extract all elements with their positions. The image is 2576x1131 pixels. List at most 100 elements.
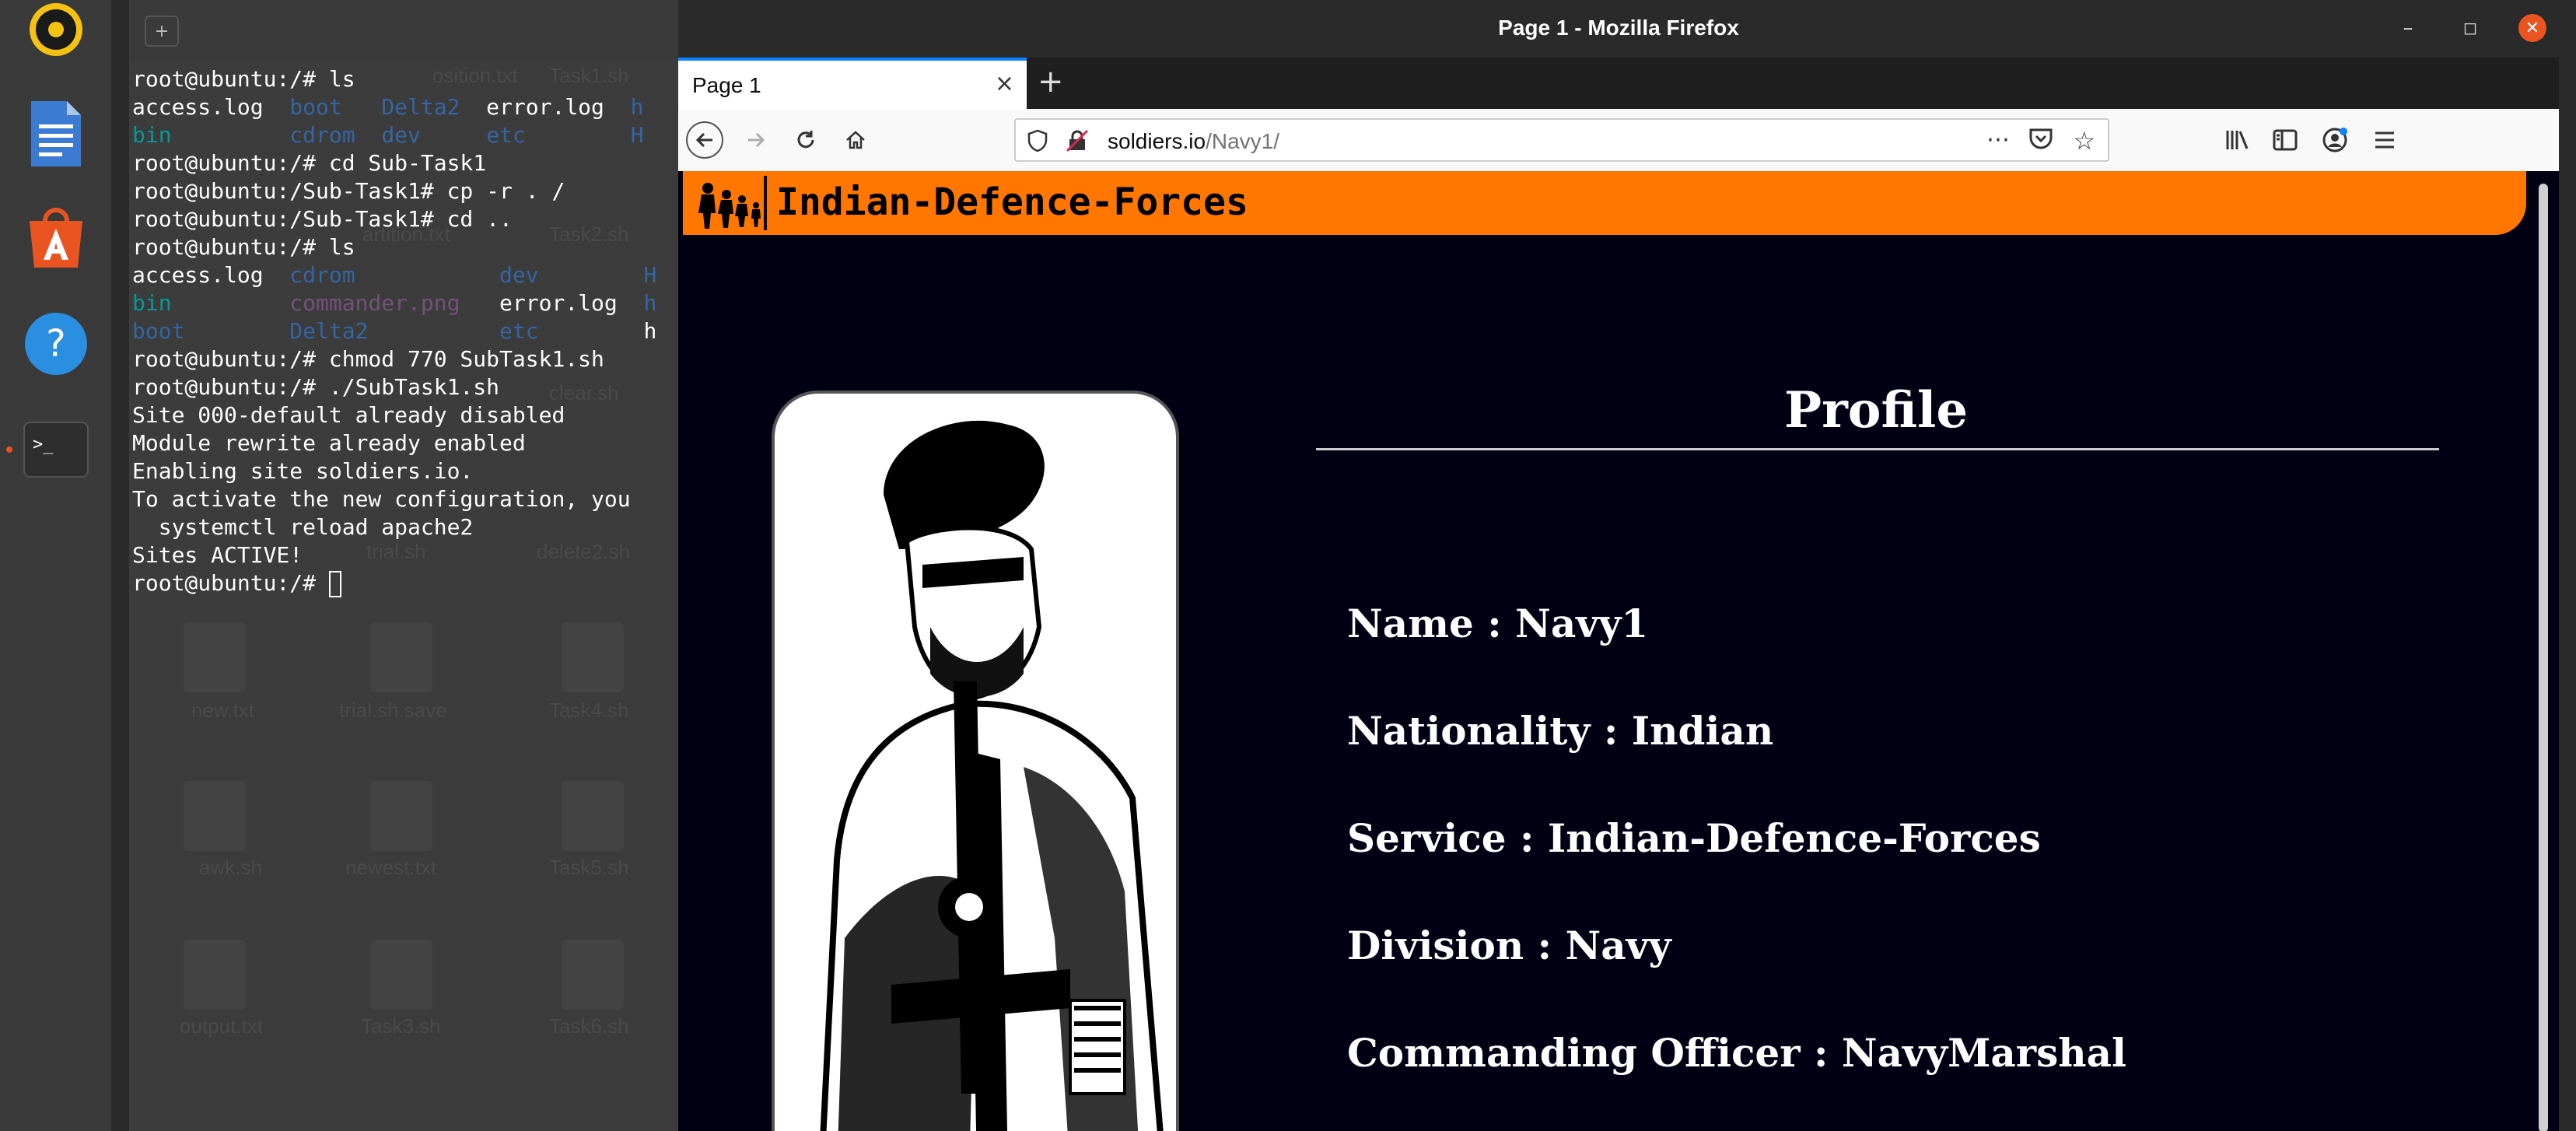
firefox-window[interactable]: Page 1 - Mozilla Firefox – ◻ ✕ Page 1 × … — [678, 0, 2559, 1131]
field-label: Nationality — [1347, 708, 1591, 754]
tab-title: Page 1 — [692, 73, 761, 97]
terminal-line: root@ubuntu:/Sub-Task1# cp -r . / — [132, 177, 656, 205]
desktop-label: awk.sh — [199, 856, 262, 879]
terminal-entry: h — [643, 290, 657, 316]
reload-icon[interactable] — [787, 121, 824, 159]
terminal-entry: bin — [132, 122, 172, 148]
field-value: Indian — [1631, 708, 1774, 754]
terminal-entry: H — [643, 262, 657, 288]
terminal-entry: boot — [289, 94, 342, 120]
terminal-text: root@ubuntu:/Sub-Task1# cd .. — [132, 206, 513, 232]
page-scrollbar[interactable] — [2532, 171, 2559, 1131]
terminal-line: bin cdrom dev etc H — [132, 121, 656, 149]
file-icon — [184, 940, 246, 1010]
terminal-text: root@ubuntu:/Sub-Task1# cp -r . / — [132, 178, 565, 204]
field-value: Navy — [1565, 923, 1671, 968]
pocket-icon[interactable] — [2028, 128, 2053, 154]
close-icon[interactable]: ✕ — [2518, 14, 2546, 42]
desktop-label: Task5.sh — [549, 856, 629, 879]
back-icon[interactable] — [686, 121, 723, 159]
terminal-line: root@ubuntu:/# cd Sub-Task1 — [132, 149, 656, 177]
terminal-line: root@ubuntu:/Sub-Task1# cd .. — [132, 205, 656, 233]
insecure-lock-icon[interactable] — [1066, 129, 1089, 156]
help-icon[interactable]: ? — [19, 306, 93, 381]
library-icon[interactable] — [2218, 121, 2256, 159]
nav-bar: soldiers.io/Navy1/ ⋯ ☆ — [678, 109, 2559, 172]
account-icon[interactable] — [2316, 121, 2354, 159]
tab-page-1[interactable]: Page 1 × — [678, 58, 1027, 109]
terminal-titlebar: + — [129, 0, 689, 61]
soldiers-logo-icon — [692, 176, 767, 230]
field-label: Service — [1347, 815, 1507, 861]
terminal-text: root@ubuntu:/# cd Sub-Task1 — [132, 150, 487, 176]
url-bar[interactable]: soldiers.io/Navy1/ ⋯ ☆ — [1014, 118, 2109, 162]
terminal-window[interactable]: + osition.txt Task1.sh Task2.sh clear.sh… — [129, 0, 689, 1131]
terminal-text: h — [538, 318, 657, 344]
menu-icon[interactable] — [2366, 121, 2403, 159]
svg-text:?: ? — [46, 322, 65, 366]
forward-icon[interactable] — [737, 121, 775, 159]
terminal-text: access.log — [132, 94, 290, 120]
terminal-entry: commander.png — [289, 290, 460, 316]
field-value: Indian-Defence-Forces — [1547, 815, 2041, 861]
firefox-titlebar: Page 1 - Mozilla Firefox – ◻ ✕ — [678, 0, 2559, 58]
desktop-label: Task3.sh — [361, 1014, 441, 1038]
terminal-line: systemctl reload apache2 — [132, 513, 656, 541]
maximize-icon[interactable]: ◻ — [2456, 14, 2484, 42]
terminal-cursor — [328, 571, 341, 597]
shield-icon[interactable] — [1027, 129, 1048, 156]
new-tab-icon[interactable]: + — [1038, 64, 1064, 100]
field-label: Commanding Officer — [1347, 1030, 1801, 1076]
profile-field-service: Service : Indian-Defence-Forces — [1347, 815, 2041, 861]
profile-field-commanding-officer: Commanding Officer : NavyMarshal — [1347, 1030, 2127, 1076]
terminal-text: Module rewrite already enabled — [132, 430, 526, 456]
file-icon — [562, 781, 624, 851]
terminal-entry: etc — [499, 318, 539, 344]
desktop-label: Task6.sh — [549, 1014, 629, 1038]
url-path: /Navy1/ — [1206, 129, 1279, 153]
file-icon — [562, 622, 624, 692]
terminal-line: Module rewrite already enabled — [132, 429, 656, 457]
window-title: Page 1 - Mozilla Firefox — [1498, 16, 1739, 40]
sidebar-icon[interactable] — [2266, 121, 2304, 159]
file-icon — [370, 622, 432, 692]
terminal-output[interactable]: root@ubuntu:/# ls access.log boot Delta2 … — [132, 65, 656, 597]
terminal-text: root@ubuntu:/# chmod 770 SubTask1.sh — [132, 346, 604, 372]
rhythmbox-icon[interactable] — [19, 0, 93, 67]
terminal-line: access.log boot Delta2 error.log h — [132, 93, 656, 121]
file-icon — [370, 940, 432, 1010]
terminal-entry: Delta2 — [381, 94, 460, 120]
desktop-label: output.txt — [180, 1014, 263, 1038]
bookmark-star-icon[interactable]: ☆ — [2073, 126, 2095, 156]
desktop-label: newest.txt — [345, 856, 437, 879]
terminal-text: Site 000-default already disabled — [132, 402, 565, 428]
home-icon[interactable] — [837, 121, 874, 159]
minimize-icon[interactable]: – — [2394, 14, 2422, 42]
terminal-entry: cdrom — [289, 262, 355, 288]
field-label: Division — [1347, 923, 1524, 968]
terminal-entry: Delta2 — [289, 318, 369, 344]
profile-field-division: Division : Navy — [1347, 923, 1671, 968]
terminal-text: root@ubuntu:/# ./SubTask1.sh — [132, 374, 500, 400]
tab-close-icon[interactable]: × — [995, 70, 1014, 97]
new-tab-button[interactable]: + — [145, 16, 179, 47]
scrollbar-thumb[interactable] — [2539, 184, 2548, 1131]
url-text[interactable]: soldiers.io/Navy1/ — [1108, 129, 1279, 154]
terminal-line: access.log cdrom dev H — [132, 261, 656, 289]
profile-field-name: Name : Navy1 — [1347, 601, 1649, 646]
software-center-icon[interactable] — [19, 201, 93, 275]
site-title[interactable]: Indian-Defence-Forces — [776, 180, 1248, 224]
terminal-entry: boot — [132, 318, 185, 344]
terminal-icon[interactable]: >_ — [19, 412, 93, 487]
page-actions-icon[interactable]: ⋯ — [1986, 126, 2010, 153]
writer-icon[interactable] — [19, 96, 93, 171]
terminal-text: systemctl reload apache2 — [132, 514, 474, 540]
file-icon — [370, 781, 432, 851]
terminal-entry: cdrom — [289, 122, 355, 148]
